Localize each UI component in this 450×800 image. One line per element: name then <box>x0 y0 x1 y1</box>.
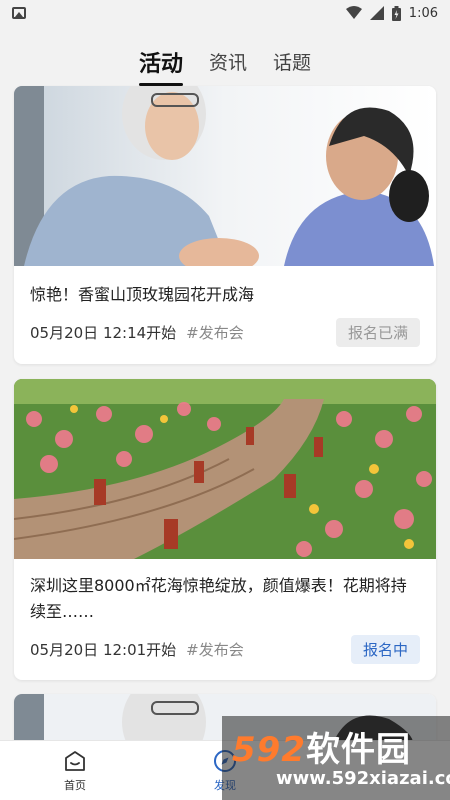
top-tabs: 活动 资讯 话题 <box>0 44 450 86</box>
watermark-logo: 592软件园 www.592xiazai.com <box>222 716 450 800</box>
registration-status-badge[interactable]: 报名已满 <box>335 318 420 347</box>
event-date: 05月20日 12:14开始 <box>30 324 177 342</box>
event-tag[interactable]: #发布会 <box>186 639 244 660</box>
watermark-url: www.592xiazai.com <box>276 768 450 789</box>
wifi-icon <box>345 6 362 19</box>
status-bar: 1:06 <box>0 0 450 26</box>
battery-icon <box>391 5 401 21</box>
registration-status-badge[interactable]: 报名中 <box>350 635 420 664</box>
clock: 1:06 <box>408 5 438 21</box>
tab-activities[interactable]: 活动 <box>138 44 183 86</box>
card-title: 深圳这里8000㎡花海惊艳绽放，颜值爆表！花期将持续至…… <box>30 576 407 621</box>
activity-card[interactable]: 深圳这里8000㎡花海惊艳绽放，颜值爆表！花期将持续至…… 05月20日 12:… <box>14 379 436 680</box>
tab-topics[interactable]: 话题 <box>273 44 311 75</box>
home-icon <box>65 750 85 771</box>
event-tag[interactable]: #发布会 <box>186 322 244 343</box>
watermark-title: 592软件园 <box>232 730 411 770</box>
activity-card[interactable]: 惊艳！香蜜山顶玫瑰园花开成海 05月20日 12:14开始 #发布会 报名已满 <box>14 86 436 364</box>
nav-home[interactable]: 首页 <box>0 741 150 800</box>
card-image-caregiver <box>14 86 436 266</box>
event-date: 05月20日 12:01开始 <box>30 641 177 659</box>
card-meta: 05月20日 12:01开始 #发布会 报名中 <box>14 635 436 664</box>
nav-home-label: 首页 <box>64 778 86 792</box>
card-title: 惊艳！香蜜山顶玫瑰园花开成海 <box>30 285 255 304</box>
tab-news[interactable]: 资讯 <box>209 44 247 75</box>
signal-icon <box>369 6 384 20</box>
card-image-flower-garden <box>14 379 436 559</box>
image-notification-icon <box>12 7 26 19</box>
card-meta: 05月20日 12:14开始 #发布会 报名已满 <box>14 318 436 347</box>
